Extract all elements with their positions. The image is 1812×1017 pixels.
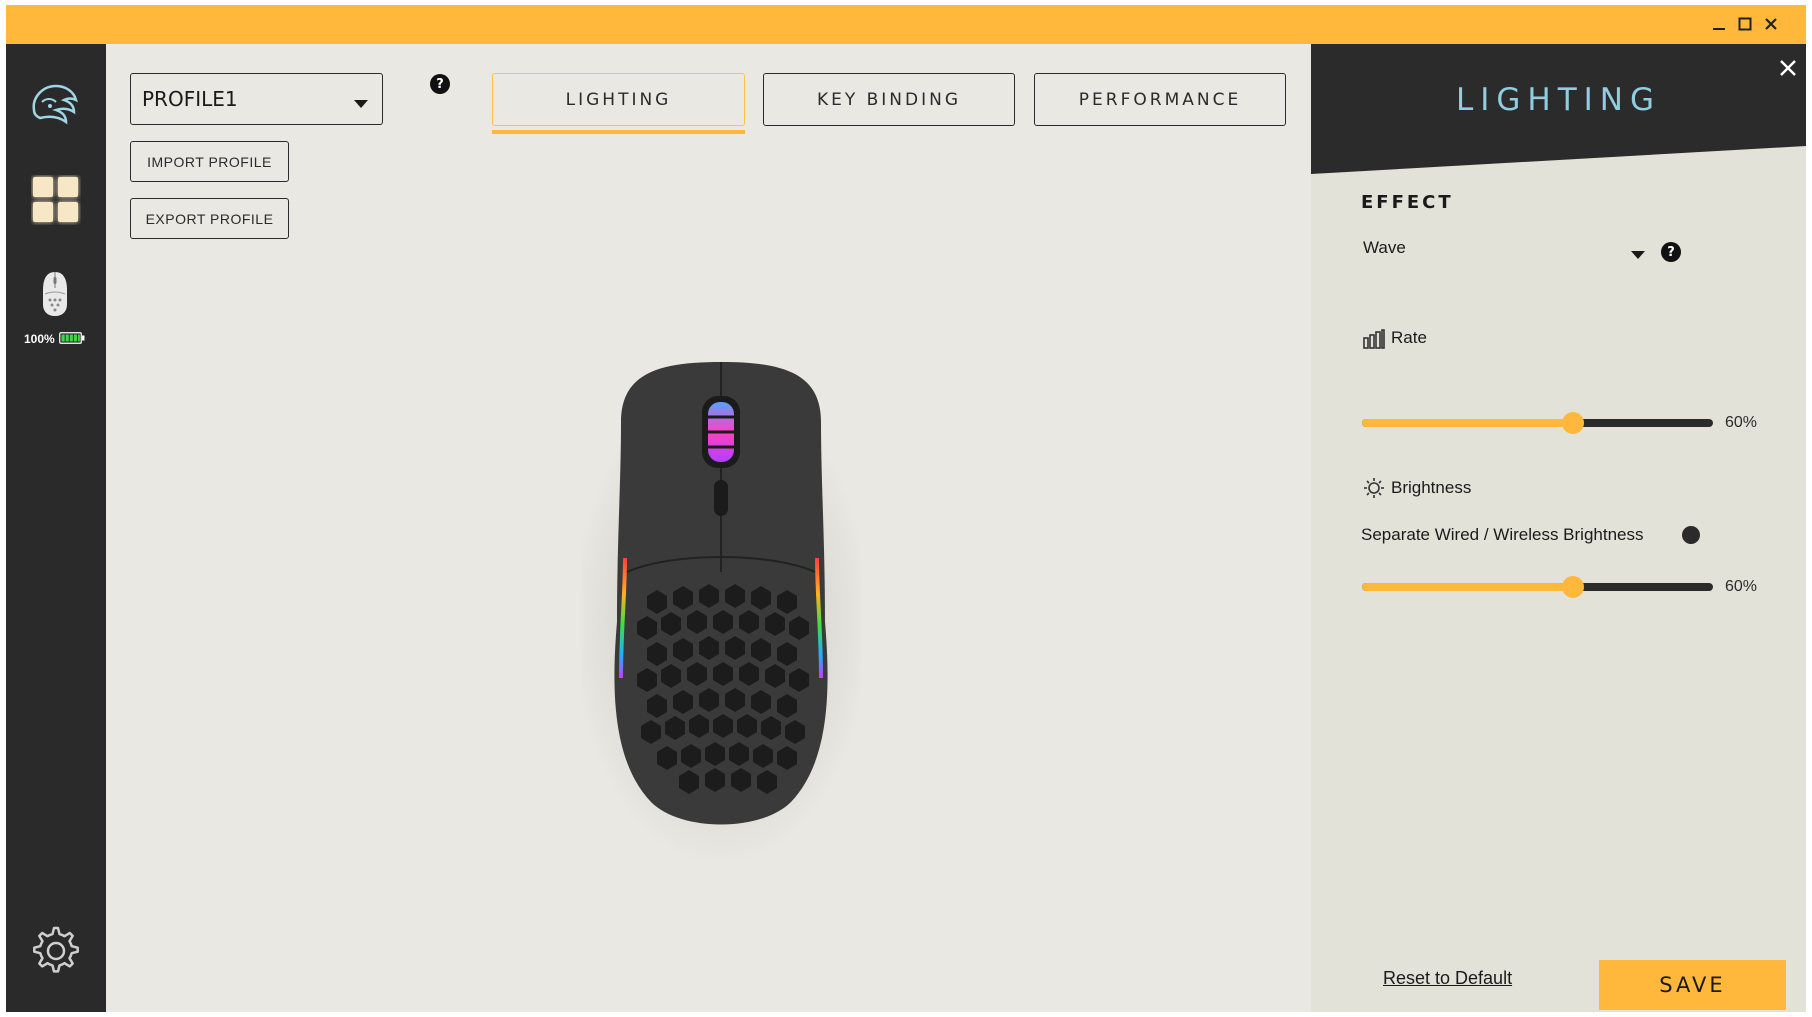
sidebar: 100% (6, 44, 106, 1012)
export-profile-label: EXPORT PROFILE (145, 210, 274, 227)
tab-key-binding[interactable]: KEY BINDING (763, 73, 1015, 126)
separate-brightness-label: Separate Wired / Wireless Brightness (1361, 525, 1644, 544)
brightness-slider-fill (1362, 583, 1573, 591)
effect-help-icon[interactable]: ? (1661, 242, 1681, 262)
title-bar (6, 5, 1806, 44)
tab-key-binding-label: KEY BINDING (816, 89, 962, 110)
profile-help-icon[interactable]: ? (430, 74, 450, 94)
dashboard-grid-icon[interactable] (31, 175, 81, 229)
rate-value: 60% (1725, 414, 1758, 431)
brightness-slider[interactable] (1362, 576, 1713, 598)
brightness-icon (1363, 477, 1385, 503)
effect-selected: Wave (1363, 238, 1406, 257)
profile-selected: PROFILE1 (142, 87, 238, 111)
tab-performance-label: PERFORMANCE (1078, 89, 1242, 110)
effect-chevron-down-icon (1631, 245, 1645, 264)
rate-label: Rate (1391, 328, 1427, 347)
brightness-label: Brightness (1391, 478, 1472, 497)
reset-to-default-link[interactable]: Reset to Default (1383, 968, 1512, 989)
profile-dropdown[interactable]: PROFILE1 (130, 73, 383, 125)
tab-lighting-label: LIGHTING (565, 89, 672, 110)
tab-active-underline (492, 130, 745, 134)
separate-brightness-toggle[interactable] (1682, 526, 1700, 544)
panel-title: LIGHTING (1455, 82, 1662, 118)
battery-icon (58, 329, 85, 348)
rate-slider-knob[interactable] (1561, 412, 1584, 434)
rate-slider-fill (1362, 419, 1573, 427)
lighting-panel: LIGHTING EFFECT Wave ? Rate 60% Brightne… (1311, 44, 1806, 1012)
app-window: 100% PROFILE1 ? IMPORT PROFILE EXPORT PR… (6, 5, 1806, 1012)
brightness-value: 60% (1725, 578, 1758, 595)
tab-lighting[interactable]: LIGHTING (492, 73, 745, 126)
battery-status: 100% (24, 329, 85, 348)
import-profile-label: IMPORT PROFILE (147, 153, 272, 170)
panel-close-icon[interactable] (1778, 58, 1798, 82)
mouse-preview-image (571, 362, 871, 867)
close-icon[interactable] (1760, 13, 1782, 35)
main-area: PROFILE1 ? IMPORT PROFILE EXPORT PROFILE… (106, 44, 1311, 1012)
effect-dropdown[interactable]: Wave (1361, 234, 1645, 266)
save-button[interactable]: SAVE (1599, 960, 1786, 1010)
save-button-label: SAVE (1659, 973, 1726, 997)
export-profile-button[interactable]: EXPORT PROFILE (130, 198, 289, 239)
brightness-slider-knob[interactable] (1561, 576, 1584, 598)
brand-logo-icon[interactable] (28, 80, 82, 130)
maximize-icon[interactable] (1734, 13, 1756, 35)
settings-gear-icon[interactable] (29, 924, 83, 982)
minimize-icon[interactable] (1708, 13, 1730, 35)
effect-heading: EFFECT (1361, 192, 1454, 213)
rate-icon (1363, 329, 1385, 353)
rate-slider[interactable] (1362, 412, 1713, 434)
import-profile-button[interactable]: IMPORT PROFILE (130, 141, 289, 182)
battery-percent: 100% (24, 331, 55, 346)
chevron-down-icon (354, 94, 368, 113)
device-mouse-icon[interactable] (40, 270, 70, 322)
tab-performance[interactable]: PERFORMANCE (1034, 73, 1286, 126)
